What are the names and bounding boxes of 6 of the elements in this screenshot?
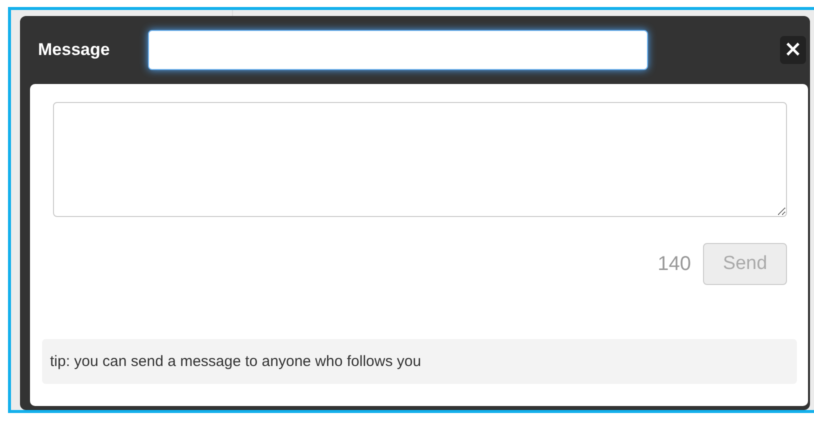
recipient-field[interactable]	[148, 30, 648, 70]
character-count: 140	[658, 252, 691, 276]
close-button[interactable]: ×	[780, 36, 806, 64]
dialog-title: Message	[38, 40, 111, 60]
tip-text: tip: you can send a message to anyone who follows you	[42, 339, 797, 384]
message-textarea[interactable]	[53, 102, 787, 217]
